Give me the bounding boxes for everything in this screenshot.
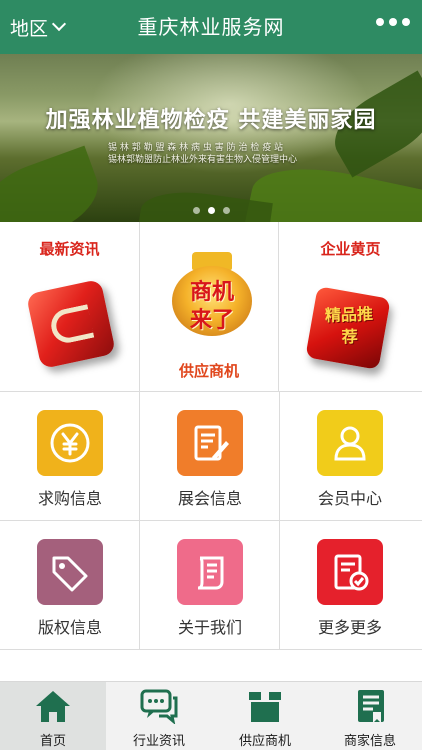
- tab-industry-news[interactable]: 行业资讯: [106, 682, 212, 750]
- yen-icon: [37, 410, 103, 476]
- grid-item-label: 求购信息: [37, 489, 102, 508]
- more-dot-icon: [389, 18, 397, 26]
- featured-cube-text: 精品推荐: [324, 304, 374, 347]
- grid-item-copyright-info[interactable]: 版权信息: [0, 521, 140, 650]
- banner-subline-2: 锡林郭勒盟防止林业外来有害生物入侵管理中心: [108, 155, 298, 165]
- supply-opportunity-label: 供应商机: [178, 362, 239, 380]
- more-menu-button[interactable]: [376, 18, 410, 26]
- chat-icon: [140, 689, 178, 724]
- bottom-tab-bar: 首页 行业资讯 供应商机 商家信息: [0, 681, 422, 750]
- grid-item-about-us[interactable]: 关于我们: [140, 521, 280, 650]
- tab-label: 行业资讯: [132, 734, 185, 749]
- tab-label: 供应商机: [238, 734, 291, 749]
- latest-news-label: 最新资讯: [39, 240, 100, 258]
- grid-item-label: 关于我们: [177, 618, 242, 637]
- top-header: 地区 重庆林业服务网: [0, 0, 422, 54]
- business-opportunity-badge-icon: 商机 来了: [172, 252, 252, 336]
- news-cube-icon: [25, 278, 117, 370]
- grid-item-label: 展会信息: [177, 489, 242, 508]
- latest-news-card[interactable]: 最新资讯: [0, 222, 139, 392]
- document-edit-icon: [177, 410, 243, 476]
- more-dot-icon: [376, 18, 384, 26]
- tab-supply-opportunity[interactable]: 供应商机: [212, 682, 318, 750]
- tag-icon: [37, 539, 103, 605]
- carousel-dot-active[interactable]: [207, 207, 215, 214]
- yellow-pages-card[interactable]: 企业黄页 精品推荐: [279, 222, 422, 392]
- banner-carousel[interactable]: 加强林业植物检疫 共建美丽家园 锡 林 郭 勒 盟 森 林 病 虫 害 防 治 …: [0, 54, 422, 222]
- page-title: 重庆林业服务网: [137, 15, 285, 39]
- grid-item-label: 会员中心: [317, 489, 382, 508]
- tab-merchant-info[interactable]: 商家信息: [318, 682, 422, 750]
- bookmark-doc-icon: [358, 690, 384, 723]
- promo-row: 最新资讯 商机 来了 供应商机 企业黄页 精品推荐: [0, 222, 422, 392]
- more-dot-icon: [402, 18, 410, 26]
- banner-headline: 加强林业植物检疫 共建美丽家园: [45, 108, 377, 133]
- box-icon: [249, 692, 281, 722]
- grid-item-exhibition-info[interactable]: 展会信息: [140, 392, 280, 521]
- grid-divider: [0, 520, 422, 521]
- supply-opportunity-card[interactable]: 商机 来了 供应商机: [139, 222, 279, 392]
- app-root: 地区 重庆林业服务网 加强林业植物检疫 共建美丽家园 锡 林 郭 勒 盟 森 林…: [0, 0, 422, 750]
- tab-home[interactable]: 首页: [0, 682, 106, 750]
- tab-label: 商家信息: [343, 734, 396, 749]
- grid-divider: [0, 649, 422, 650]
- checklist-icon: [317, 539, 383, 605]
- home-icon: [36, 691, 70, 722]
- featured-cube-icon: 精品推荐: [305, 286, 391, 370]
- badge-text-2: 来了: [189, 308, 234, 333]
- yellow-pages-label: 企业黄页: [320, 240, 381, 258]
- carousel-dot[interactable]: [192, 207, 200, 214]
- grid-item-more[interactable]: 更多更多: [280, 521, 420, 650]
- carousel-indicator: [0, 207, 422, 214]
- grid-divider: [139, 392, 140, 650]
- feature-grid: 求购信息 展会信息 会员中心 版权信息 关于我们 更多更多: [0, 392, 422, 650]
- grid-item-purchase-info[interactable]: 求购信息: [0, 392, 140, 521]
- scroll-icon: [177, 539, 243, 605]
- tab-label: 首页: [39, 734, 66, 749]
- carousel-dot[interactable]: [222, 207, 230, 214]
- grid-divider: [279, 392, 280, 650]
- grid-item-label: 更多更多: [317, 618, 382, 637]
- grid-item-member-center[interactable]: 会员中心: [280, 392, 420, 521]
- user-icon: [317, 410, 383, 476]
- grid-item-label: 版权信息: [37, 618, 102, 637]
